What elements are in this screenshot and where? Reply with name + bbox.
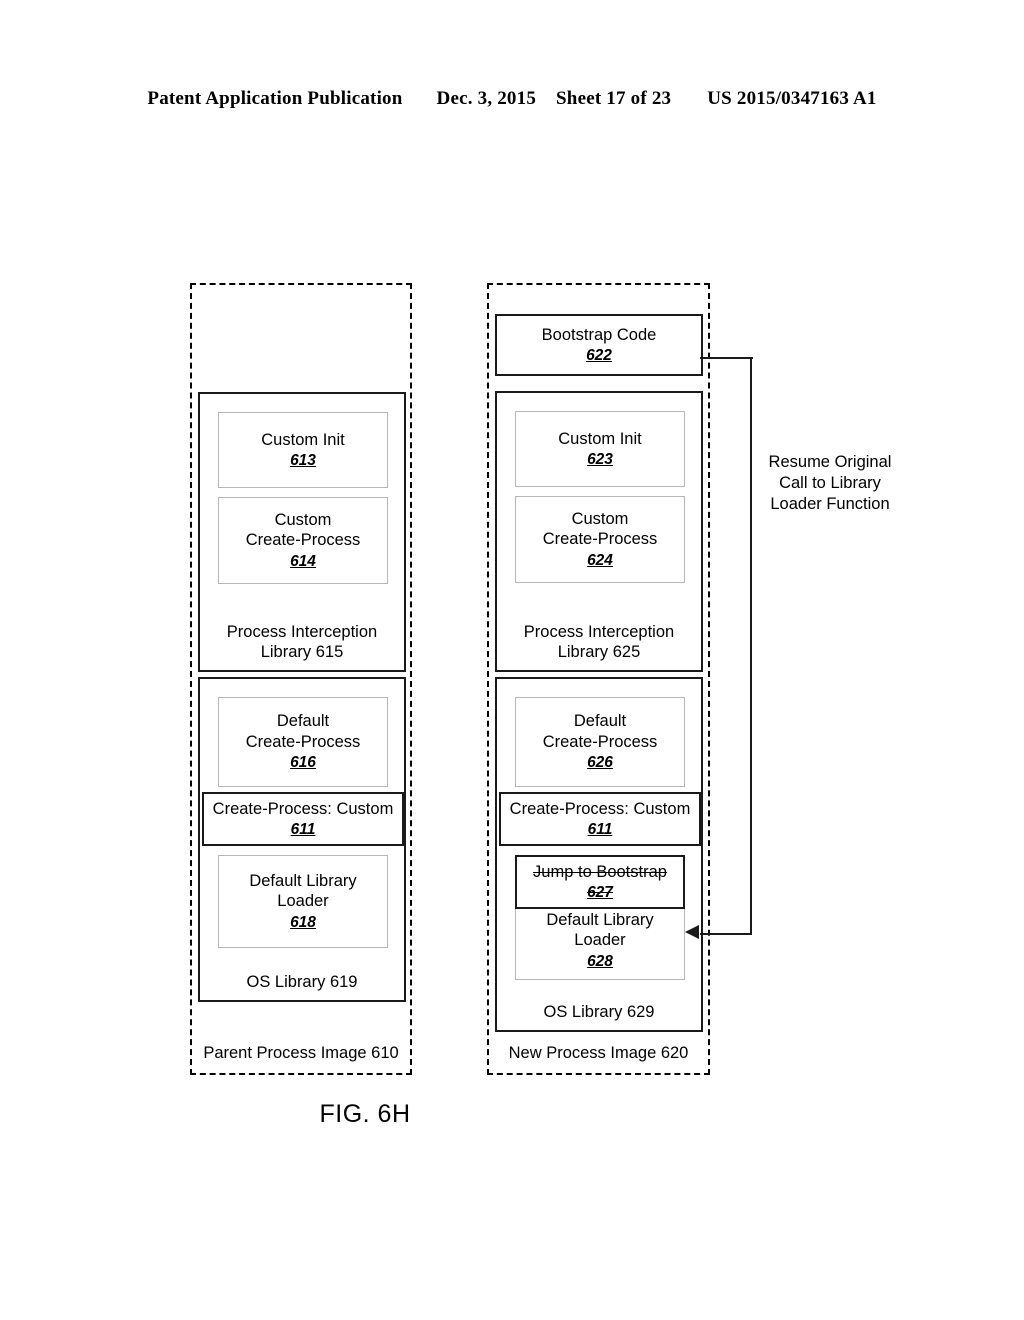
- new-default-create-process-label: Default Create-Process: [542, 712, 658, 751]
- new-custom-init-label: Custom Init: [558, 429, 642, 448]
- new-process-interception-library: Custom Init 623 Custom Create-Process 62…: [495, 391, 703, 672]
- new-jump-to-bootstrap-box: Jump to Bootstrap 627: [515, 855, 685, 909]
- parent-custom-create-process-ref: 614: [290, 552, 316, 570]
- new-os-library-caption: OS Library 629: [543, 1002, 655, 1021]
- new-interception-library-caption: Process Interception Library 625: [501, 622, 697, 662]
- new-create-process-custom-ref: 611: [587, 821, 613, 839]
- new-default-create-process-box: Default Create-Process 626: [515, 697, 685, 787]
- parent-custom-init-label: Custom Init: [261, 430, 345, 449]
- parent-custom-init-box: Custom Init 613: [218, 412, 388, 488]
- parent-custom-init-ref: 613: [290, 452, 316, 470]
- figure-caption: FIG. 6H: [319, 1100, 411, 1128]
- callout-line-vertical-segment: [750, 357, 753, 935]
- parent-default-library-loader-box: Default Library Loader 618: [218, 855, 388, 948]
- parent-create-process-custom-ref: 611: [290, 821, 316, 839]
- new-custom-create-process-box: Custom Create-Process 624: [515, 496, 685, 583]
- new-jump-to-bootstrap-ref: 627: [587, 884, 613, 902]
- new-bootstrap-code-box: Bootstrap Code 622: [495, 314, 703, 376]
- parent-custom-create-process-label: Custom Create-Process: [245, 510, 361, 550]
- new-process-image-caption: New Process Image 620: [508, 1044, 689, 1062]
- parent-create-process-custom-box: Create-Process: Custom 611: [202, 792, 404, 846]
- parent-process-interception-library: Custom Init 613 Custom Create-Process 61…: [198, 392, 406, 672]
- new-default-create-process-ref: 626: [587, 754, 613, 772]
- parent-create-process-custom-label: Create-Process: Custom: [212, 799, 394, 818]
- parent-default-create-process-label: Default Create-Process: [245, 712, 361, 751]
- parent-process-image-container: Custom Init 613 Custom Create-Process 61…: [190, 283, 412, 1075]
- parent-interception-library-caption-line1: Process Interception: [226, 622, 378, 641]
- new-custom-create-process-label: Custom Create-Process: [542, 509, 658, 549]
- new-create-process-custom-box: Create-Process: Custom 611: [499, 792, 701, 846]
- new-os-library: Default Create-Process 626 Create-Proces…: [495, 677, 703, 1032]
- parent-default-create-process-ref: 616: [290, 754, 316, 772]
- new-default-library-loader-label: Default Library Loader: [546, 910, 654, 950]
- callout-arrowhead-icon: [685, 925, 699, 939]
- callout-line-bottom-segment: [700, 933, 752, 936]
- new-process-image-container: Bootstrap Code 622 Custom Init 623 Custo…: [487, 283, 710, 1075]
- new-custom-init-box: Custom Init 623: [515, 411, 685, 487]
- parent-default-library-loader-label: Default Library Loader: [249, 871, 357, 911]
- new-bootstrap-code-ref: 622: [586, 347, 612, 365]
- new-custom-create-process-ref: 624: [587, 551, 613, 569]
- parent-interception-library-caption-line2: Library 615: [260, 642, 344, 661]
- parent-interception-library-caption: Process Interception Library 615: [204, 622, 400, 662]
- patent-figure-6h: Custom Init 613 Custom Create-Process 61…: [0, 0, 1024, 1320]
- parent-custom-create-process-box: Custom Create-Process 614: [218, 497, 388, 584]
- callout-line-top-segment: [700, 357, 753, 360]
- new-jump-to-bootstrap-label: Jump to Bootstrap: [533, 862, 667, 881]
- parent-default-create-process-box: Default Create-Process 616: [218, 697, 388, 787]
- parent-os-library-caption: OS Library 619: [246, 972, 358, 991]
- new-custom-init-ref: 623: [587, 451, 613, 469]
- parent-default-library-loader-ref: 618: [290, 913, 316, 931]
- new-default-library-loader-ref: 628: [587, 952, 613, 970]
- parent-os-library: Default Create-Process 616 Create-Proces…: [198, 677, 406, 1002]
- callout-label: Resume Original Call to Library Loader F…: [768, 453, 892, 513]
- new-interception-library-caption-line2: Library 625: [557, 642, 641, 661]
- new-interception-library-caption-line1: Process Interception: [523, 622, 675, 641]
- new-create-process-custom-label: Create-Process: Custom: [509, 799, 691, 818]
- new-bootstrap-code-label: Bootstrap Code: [541, 325, 657, 344]
- parent-process-image-caption: Parent Process Image 610: [203, 1044, 399, 1062]
